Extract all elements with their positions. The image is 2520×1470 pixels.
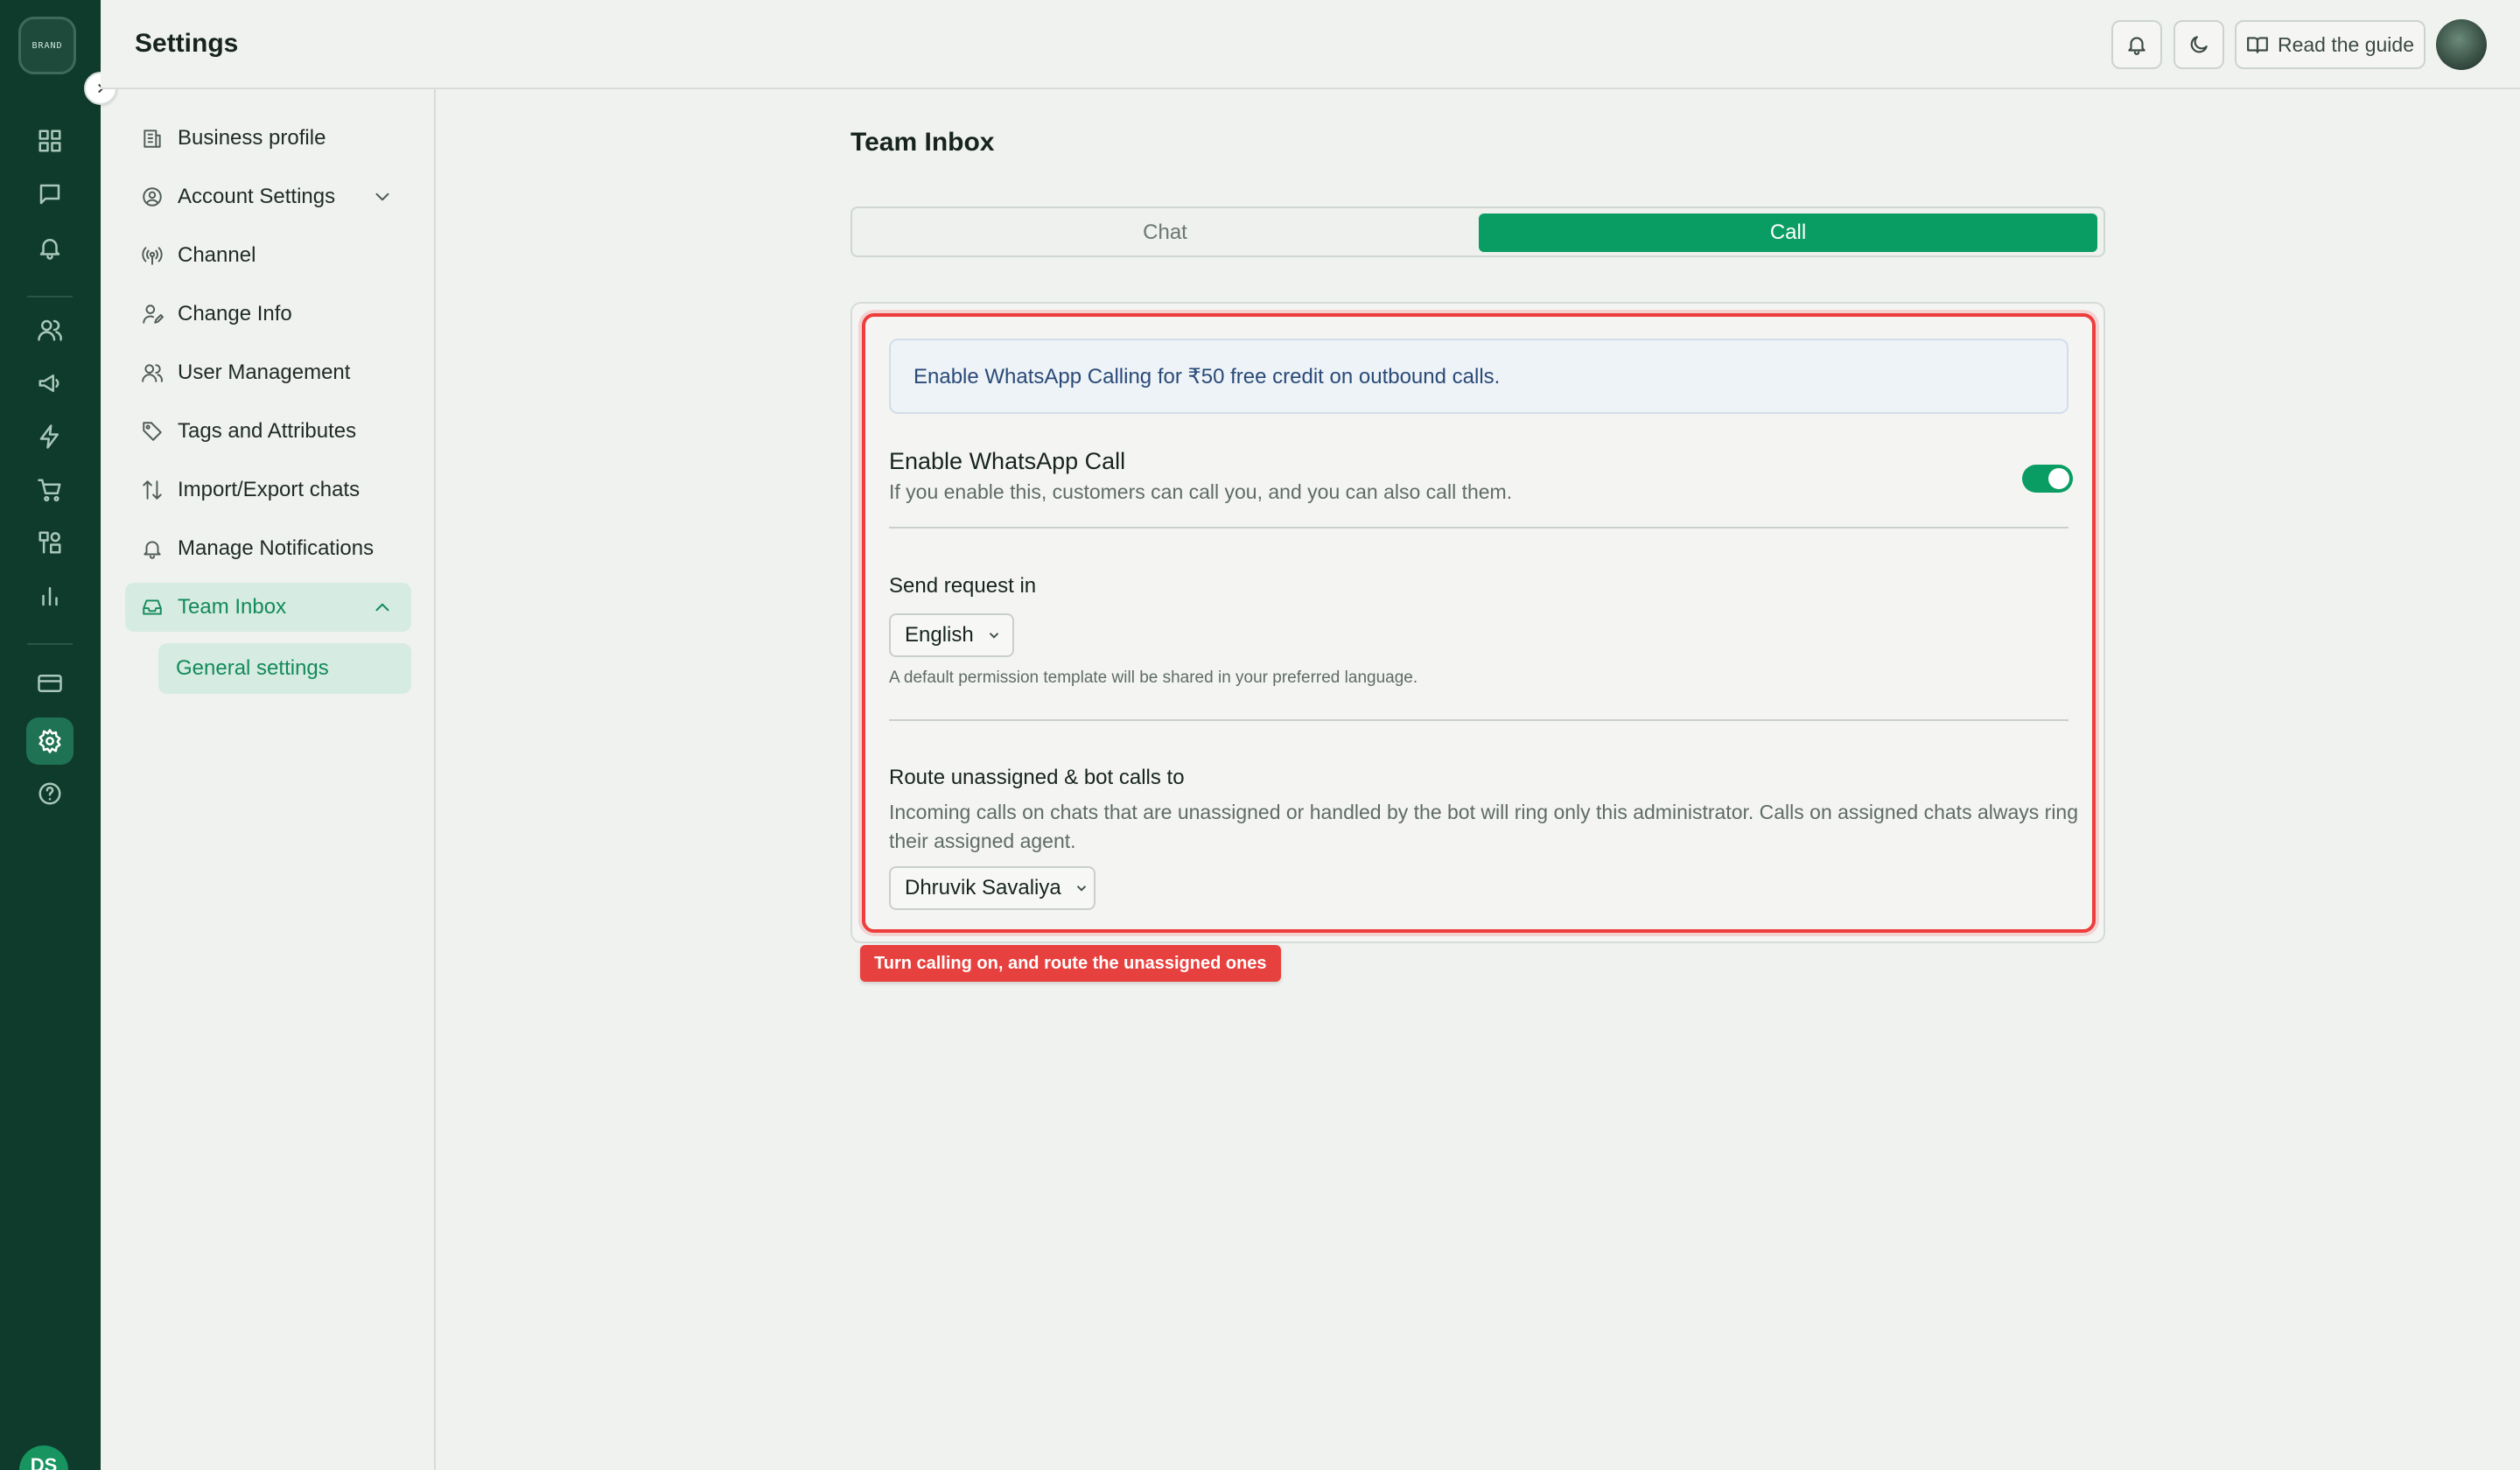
billing-icon[interactable] [32, 666, 67, 701]
nav-item-tags-attributes[interactable]: Tags and Attributes [125, 407, 411, 456]
help-icon[interactable] [32, 776, 67, 811]
app-rail: BRAND DS [0, 0, 101, 1470]
users-icon [142, 364, 163, 382]
enable-call-toggle[interactable] [2022, 465, 2073, 493]
nav-item-label: Team Inbox [178, 595, 287, 619]
language-select[interactable]: English [889, 613, 1014, 657]
bell-icon [144, 541, 161, 559]
nav-subitem-label: General settings [176, 656, 329, 680]
chevron-down-icon [989, 633, 998, 639]
cart-icon[interactable] [32, 472, 67, 508]
section-divider [889, 719, 2068, 721]
bell-icon[interactable] [32, 230, 67, 265]
brand-logo-text: BRAND [32, 40, 63, 51]
nav-item-change-info[interactable]: Change Info [125, 290, 411, 339]
user-circle-icon [143, 187, 162, 206]
route-calls-title: Route unassigned & bot calls to [889, 766, 1185, 789]
nav-item-label: Import/Export chats [178, 478, 360, 501]
nav-item-team-inbox[interactable]: Team Inbox [125, 583, 411, 632]
guide-callout-label: Turn calling on, and route the unassigne… [860, 945, 1281, 982]
toggle-knob [2048, 468, 2069, 489]
dashboard-icon[interactable] [32, 123, 67, 158]
chat-call-tabs: Chat Call [850, 206, 2105, 257]
route-calls-description: Incoming calls on chats that are unassig… [889, 801, 2079, 852]
top-header: Settings Read the guide [101, 0, 2520, 89]
megaphone-icon[interactable] [32, 366, 67, 401]
contacts-icon[interactable] [32, 312, 67, 347]
nav-item-user-management[interactable]: User Management [125, 348, 411, 397]
nav-item-label: Change Info [178, 302, 292, 326]
settings-nav: Business profile Account Settings Channe… [101, 89, 436, 1470]
read-guide-label: Read the guide [2277, 32, 2414, 56]
nav-item-label: User Management [178, 360, 351, 384]
book-open-icon [2247, 37, 2268, 53]
brand-logo[interactable]: BRAND [18, 17, 76, 74]
notifications-button[interactable] [2111, 20, 2162, 69]
route-admin-select-value: Dhruvik Savaliya [905, 876, 1061, 900]
tag-icon [143, 422, 162, 441]
settings-icon[interactable] [26, 718, 74, 765]
nav-item-business-profile[interactable]: Business profile [125, 114, 411, 163]
nav-item-label: Business profile [178, 126, 326, 150]
page-title: Team Inbox [850, 128, 995, 157]
enable-call-description: If you enable this, customers can call y… [889, 480, 1513, 503]
nav-item-manage-notifications[interactable]: Manage Notifications [125, 524, 411, 573]
nav-item-channel[interactable]: Channel [125, 231, 411, 280]
moon-icon [2190, 36, 2208, 53]
inbox-icon [143, 599, 162, 615]
analytics-icon[interactable] [32, 578, 67, 613]
building-icon [144, 130, 161, 148]
nav-item-label: Tags and Attributes [178, 419, 357, 443]
chevron-down-icon [1076, 886, 1086, 892]
call-settings-card-highlighted: Enable WhatsApp Calling for ₹50 free cre… [862, 313, 2096, 933]
nav-item-label: Account Settings [178, 185, 336, 208]
send-request-hint: A default permission template will be sh… [889, 668, 1418, 687]
rail-divider [27, 643, 73, 645]
enable-call-title: Enable WhatsApp Call [889, 448, 1126, 474]
chevron-down-icon [375, 192, 389, 201]
bell-icon [2128, 37, 2146, 55]
user-initials-avatar[interactable]: DS [19, 1446, 68, 1470]
nav-item-account-settings[interactable]: Account Settings [125, 172, 411, 221]
theme-toggle-button[interactable] [2174, 20, 2224, 69]
language-select-value: English [905, 623, 974, 647]
broadcast-icon [142, 247, 163, 265]
read-guide-button[interactable]: Read the guide [2235, 20, 2426, 69]
nav-item-import-export[interactable]: Import/Export chats [125, 466, 411, 514]
chat-icon[interactable] [32, 177, 67, 212]
tab-chat[interactable]: Chat [856, 214, 1474, 252]
arrows-updown-icon [143, 480, 162, 500]
promo-banner: Enable WhatsApp Calling for ₹50 free cre… [889, 339, 2068, 414]
rail-divider [27, 296, 73, 298]
page-header-title: Settings [135, 29, 239, 58]
route-admin-select[interactable]: Dhruvik Savaliya [889, 866, 1096, 910]
nav-item-label: Channel [178, 243, 256, 267]
lightning-icon[interactable] [32, 419, 67, 454]
chevron-up-icon [375, 603, 389, 612]
section-divider [889, 527, 2068, 528]
user-edit-icon [143, 304, 164, 324]
tab-call[interactable]: Call [1479, 214, 2097, 252]
profile-avatar[interactable] [2436, 19, 2487, 70]
nav-item-label: Manage Notifications [178, 536, 374, 560]
nav-subitem-general-settings[interactable]: General settings [158, 643, 411, 694]
integrations-icon[interactable] [32, 525, 67, 560]
send-request-title: Send request in [889, 574, 1037, 598]
